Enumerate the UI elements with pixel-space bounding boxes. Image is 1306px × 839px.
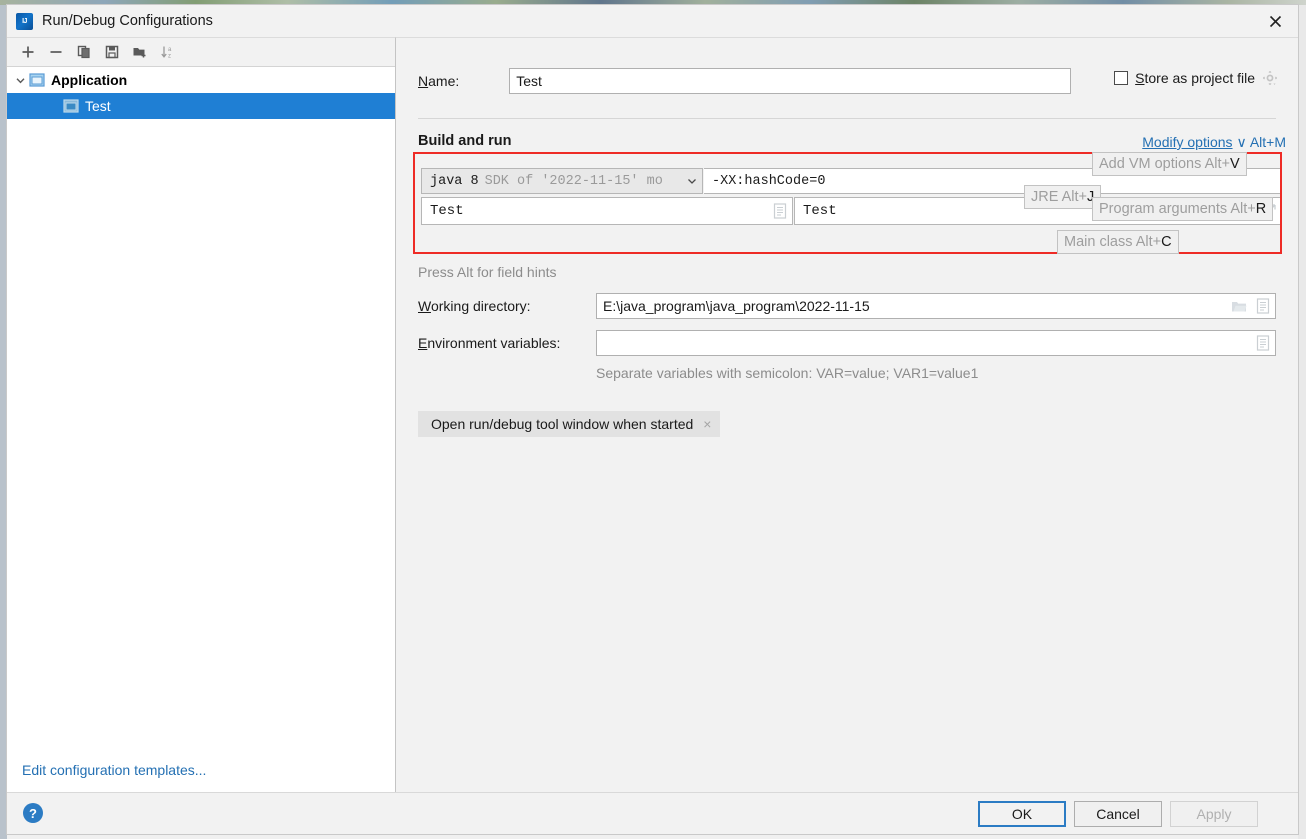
name-input[interactable]: Test <box>509 68 1072 94</box>
close-icon <box>1269 15 1281 27</box>
save-configuration-button[interactable] <box>98 39 126 65</box>
hint-program-arguments-key: R <box>1255 201 1267 217</box>
svg-text:z: z <box>168 54 171 60</box>
jre-sub-text: SDK of '2022-11-15' mo <box>484 173 663 189</box>
copy-icon <box>77 45 90 59</box>
store-as-project-file-checkbox[interactable] <box>1114 71 1129 85</box>
desktop-background-right <box>1298 5 1306 839</box>
close-icon[interactable]: × <box>703 416 711 432</box>
help-button[interactable]: ? <box>23 803 43 823</box>
save-icon <box>105 45 119 59</box>
sort-configurations-button[interactable]: a z <box>154 39 182 65</box>
new-folder-icon <box>133 48 146 58</box>
application-window-icon <box>63 99 79 113</box>
hint-main-class-text: Main class Alt+ <box>1064 234 1162 250</box>
sort-alphabetically-icon: a z <box>161 46 172 60</box>
program-arguments-value: Test <box>803 203 837 219</box>
hint-jre: JRE Alt+ J <box>1024 185 1102 209</box>
tree-item-label: Test <box>85 98 111 114</box>
dialog-titlebar: Run/Debug Configurations <box>7 5 1298 37</box>
working-directory-input[interactable]: E:\java_program\java_program\2022-11-15 <box>596 293 1276 319</box>
store-as-project-file-label: Store as project file <box>1135 70 1255 86</box>
main-class-input[interactable]: Test <box>421 197 793 225</box>
modify-options-link[interactable]: Modify options ∨ Alt+M <box>1142 134 1286 151</box>
hint-program-arguments: Program arguments Alt+ R <box>1092 197 1274 221</box>
name-label: Name: <box>418 73 460 89</box>
cancel-button[interactable]: Cancel <box>1074 801 1162 827</box>
apply-button: Apply <box>1170 801 1258 827</box>
modify-options-shortcut: Alt+M <box>1249 134 1286 150</box>
hint-main-class: Main class Alt+ C <box>1057 230 1179 254</box>
environment-variables-input[interactable] <box>596 330 1276 356</box>
open-tool-window-chip-label: Open run/debug tool window when started <box>431 416 694 432</box>
close-button[interactable] <box>1252 5 1298 37</box>
new-folder-button[interactable] <box>126 39 154 65</box>
working-directory-row: Working directory: E:\java_program\java_… <box>418 293 1276 319</box>
environment-variables-row: Environment variables: <box>418 330 1276 356</box>
dialog-title: Run/Debug Configurations <box>42 13 213 29</box>
copy-configuration-button[interactable] <box>70 39 98 65</box>
dialog-buttons: OK Cancel Apply <box>978 801 1258 827</box>
add-icon <box>22 46 34 58</box>
configurations-sidebar: a z Application Test Edit configuration … <box>7 37 396 793</box>
list-icon[interactable] <box>1256 335 1270 351</box>
jre-main-text: java 8 <box>430 173 479 189</box>
edit-configuration-templates-link[interactable]: Edit configuration templates... <box>22 762 206 778</box>
configuration-form: Name: Test Store as project file Build a… <box>396 37 1298 793</box>
run-debug-configurations-dialog: Run/Debug Configurations <box>7 5 1298 834</box>
store-as-project-file-row: Store as project file <box>1114 70 1278 86</box>
list-icon[interactable] <box>1256 298 1270 314</box>
sidebar-toolbar: a z <box>7 38 395 67</box>
main-class-value: Test <box>430 203 464 219</box>
list-icon[interactable] <box>773 203 787 219</box>
chevron-down-icon[interactable] <box>11 75 29 86</box>
hint-vm-options-key: V <box>1229 156 1240 172</box>
chevron-down-icon[interactable] <box>686 169 698 193</box>
jre-dropdown[interactable]: java 8 SDK of '2022-11-15' mo <box>421 168 703 194</box>
build-and-run-label: Build and run <box>418 133 512 149</box>
remove-icon <box>50 51 62 53</box>
application-window-icon <box>29 73 45 87</box>
hint-vm-options: Add VM options Alt+ V <box>1092 152 1247 176</box>
tree-group-application[interactable]: Application <box>7 67 395 93</box>
vm-options-value: -XX:hashCode=0 <box>712 173 826 189</box>
working-directory-value: E:\java_program\java_program\2022-11-15 <box>603 298 870 314</box>
section-divider <box>418 118 1276 119</box>
modify-options-text: Modify options <box>1142 134 1233 150</box>
open-tool-window-chip[interactable]: Open run/debug tool window when started … <box>418 411 721 437</box>
environment-variables-label: Environment variables: <box>418 335 561 351</box>
svg-text:a: a <box>168 47 172 53</box>
gear-icon[interactable] <box>1262 70 1278 86</box>
tree-item-test[interactable]: Test <box>7 93 395 119</box>
add-configuration-button[interactable] <box>14 39 42 65</box>
press-alt-hint: Press Alt for field hints <box>418 264 557 280</box>
ok-button[interactable]: OK <box>978 801 1066 827</box>
folder-icon[interactable] <box>1231 299 1247 313</box>
chevron-down-icon: ∨ <box>1236 134 1247 150</box>
hint-program-arguments-text: Program arguments Alt+ <box>1099 201 1256 217</box>
name-row: Name: Test <box>418 68 1072 94</box>
separate-variables-note: Separate variables with semicolon: VAR=v… <box>596 365 979 381</box>
desktop-background-left <box>0 5 7 839</box>
screen-root: Run/Debug Configurations <box>0 0 1306 839</box>
working-directory-label: Working directory: <box>418 298 531 314</box>
tree-group-label: Application <box>51 72 128 88</box>
hint-main-class-key: C <box>1161 234 1172 250</box>
dialog-footer: ? OK Cancel Apply <box>7 792 1298 834</box>
remove-configuration-button[interactable] <box>42 39 70 65</box>
configurations-tree: Application Test <box>7 67 395 119</box>
hint-jre-text: JRE Alt+ <box>1031 189 1088 205</box>
hint-vm-options-text: Add VM options Alt+ <box>1099 156 1230 172</box>
intellij-idea-logo-icon <box>16 12 33 30</box>
